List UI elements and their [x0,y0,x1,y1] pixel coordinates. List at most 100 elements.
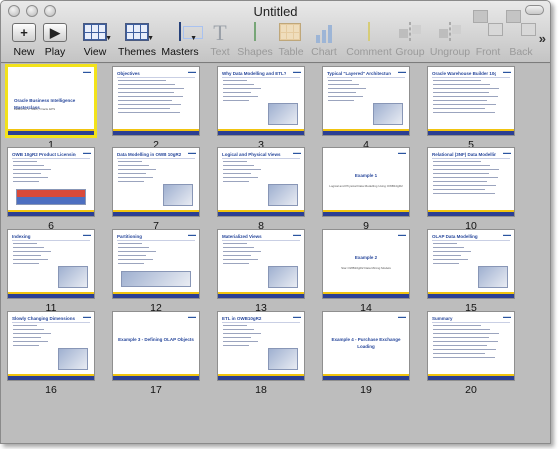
slide-title: ETL in OWB10gR2 [222,316,262,321]
slide-footer-band [8,210,94,216]
slide-image [163,184,193,206]
slide-thumbnail[interactable]: ▬▬ Typical "Layered" Architecture [323,67,409,135]
slide-title-rule [432,322,510,323]
slide-thumbnail[interactable]: ▬▬ Example 3 - Defining OLAP Objects [113,312,199,380]
slide-logo-icon: ▬▬ [83,232,91,237]
chart-icon [312,23,336,43]
slide-thumbnail[interactable]: ▬▬ Slowly Changing Dimensions [8,312,94,380]
slide-title: Objectives [117,71,140,76]
slide-thumbnail[interactable]: ▬▬ Relational (3NF) Data Modelling [428,148,514,216]
play-button[interactable]: ▶ Play [34,23,76,63]
view-label: View [83,46,107,58]
chevron-double-right-icon[interactable]: » [539,31,546,46]
back-label: Back [509,46,533,58]
dropdown-arrow-icon: ▼ [147,35,154,42]
masters-button[interactable]: ▼ Masters [159,22,201,63]
window-title: Untitled [253,4,298,19]
back-button[interactable]: Back [500,23,542,63]
slide-image [121,271,191,287]
slide-logo-icon: ▬▬ [398,150,406,155]
slide-logo-icon: ▬▬ [503,69,511,74]
toolbar: Untitled + New ▶ Play ▼ View ▼ Themes ▼ … [1,1,550,63]
slide-logo-icon: ▬▬ [293,69,301,74]
slide-title: Typical "Layered" Architecture [327,71,391,76]
slide-bullets [223,161,263,185]
toolbar-toggle-button[interactable] [525,5,544,15]
slide-footer-band [323,210,409,216]
slide-title: Summary [432,316,453,321]
slide-number: 20 [465,384,477,396]
table-icon [279,23,301,41]
group-label: Group [395,46,425,58]
slide-logo-icon: ▬▬ [398,69,406,74]
ungroup-label: Ungroup [429,46,471,58]
slide-footer-band [8,129,94,135]
slide-title-rule [117,240,195,241]
slide-title: Slowly Changing Dimensions [12,316,76,321]
slide-title: OWB 10gR2 Product Licensing [12,152,76,157]
slide-thumbnail[interactable]: ▬▬ Indexing [8,230,94,298]
chart-label: Chart [311,46,337,58]
slide-thumbnail[interactable]: ▬▬ Example 1 Logical and Physical Data Mod… [323,148,409,216]
slide-footer-band [428,374,514,380]
themes-button[interactable]: ▼ Themes [116,23,158,63]
slide-title: Example 2 [354,255,378,260]
shapes-icon [254,22,256,41]
slide-bullets [223,80,263,104]
light-table-view: ▬▬ Oracle Business Intelligence Mastercla… [1,64,550,443]
comment-label: Comment [346,46,392,58]
slide-thumbnail[interactable]: ▬▬ Logical and Physical Views [218,148,304,216]
ungroup-icon [449,22,451,41]
slide-subtitle: Lawrence L. Mark, Oracle EPS [14,107,56,111]
slide-image [268,103,298,125]
slide-footer-band [113,129,199,135]
keynote-window: Untitled + New ▶ Play ▼ View ▼ Themes ▼ … [0,0,551,444]
slide-thumbnail[interactable]: ▬▬ Example 2 Star OWB10gR2 Data Mining Mod… [323,230,409,298]
slide-title-rule [222,158,300,159]
slide-footer-band [323,129,409,135]
slide-subtitle: Logical and Physical Data Modelling Usin… [329,184,403,188]
slide-thumbnail[interactable]: ▬▬ OWB 10gR2 Product Licensing [8,148,94,216]
slide-logo-icon: ▬▬ [188,232,196,237]
slide-bullets [118,161,158,185]
slide-bullets [433,325,500,361]
group-icon [409,22,411,41]
slide-title-rule [222,322,300,323]
slide-thumbnail[interactable]: ▬▬ Summary [428,312,514,380]
slide-thumbnail[interactable]: ▬▬ Oracle Warehouse Builder 10gR2 [428,67,514,135]
slide-thumbnail[interactable]: ▬▬ OLAP Data Modelling [428,230,514,298]
slide-bullets [13,325,53,349]
slide-thumbnail[interactable]: ▬▬ Partitioning [113,230,199,298]
slide-thumbnail[interactable]: ▬▬ ETL in OWB10gR2 [218,312,304,380]
slide-title-rule [12,322,90,323]
slide-thumbnail[interactable]: ▬▬ Oracle Business Intelligence Mastercla… [8,67,94,135]
comment-button[interactable]: Comment [344,22,394,63]
slide-thumbnail[interactable]: ▬▬ Materialized Views [218,230,304,298]
slide-title-rule [222,77,300,78]
slide-title-rule [432,77,510,78]
slide-thumbnail[interactable]: ▬▬ Objectives [113,67,199,135]
slide-title: Partitioning [117,234,142,239]
slide-thumbnail[interactable]: ▬▬ Data Modelling in OWB 10gR2 [113,148,199,216]
chart-button[interactable]: Chart [303,23,345,63]
slide-footer-band [218,374,304,380]
masters-icon [179,22,181,41]
ungroup-button[interactable]: Ungroup [428,22,472,63]
group-button[interactable]: Group [389,22,431,63]
slide-thumbnail[interactable]: ▬▬ Example 4 - Purchase Exchange Loading [323,312,409,380]
slide-title: Materialized Views [222,234,262,239]
slide-thumbnail[interactable]: ▬▬ Why Data Modelling and ETL? [218,67,304,135]
themes-label: Themes [118,46,156,58]
slide-logo-icon: ▬▬ [503,232,511,237]
slide-image [268,184,298,206]
slide-bullets [13,161,53,185]
comment-icon [368,22,370,41]
text-icon: T [213,20,227,45]
slide-bullets [13,243,53,267]
slide-image [478,266,508,288]
dropdown-arrow-icon: ▼ [190,35,197,42]
view-button[interactable]: ▼ View [74,23,116,63]
slide-bullets [223,325,263,349]
slide-number: 17 [150,384,162,396]
slide-image [268,266,298,288]
